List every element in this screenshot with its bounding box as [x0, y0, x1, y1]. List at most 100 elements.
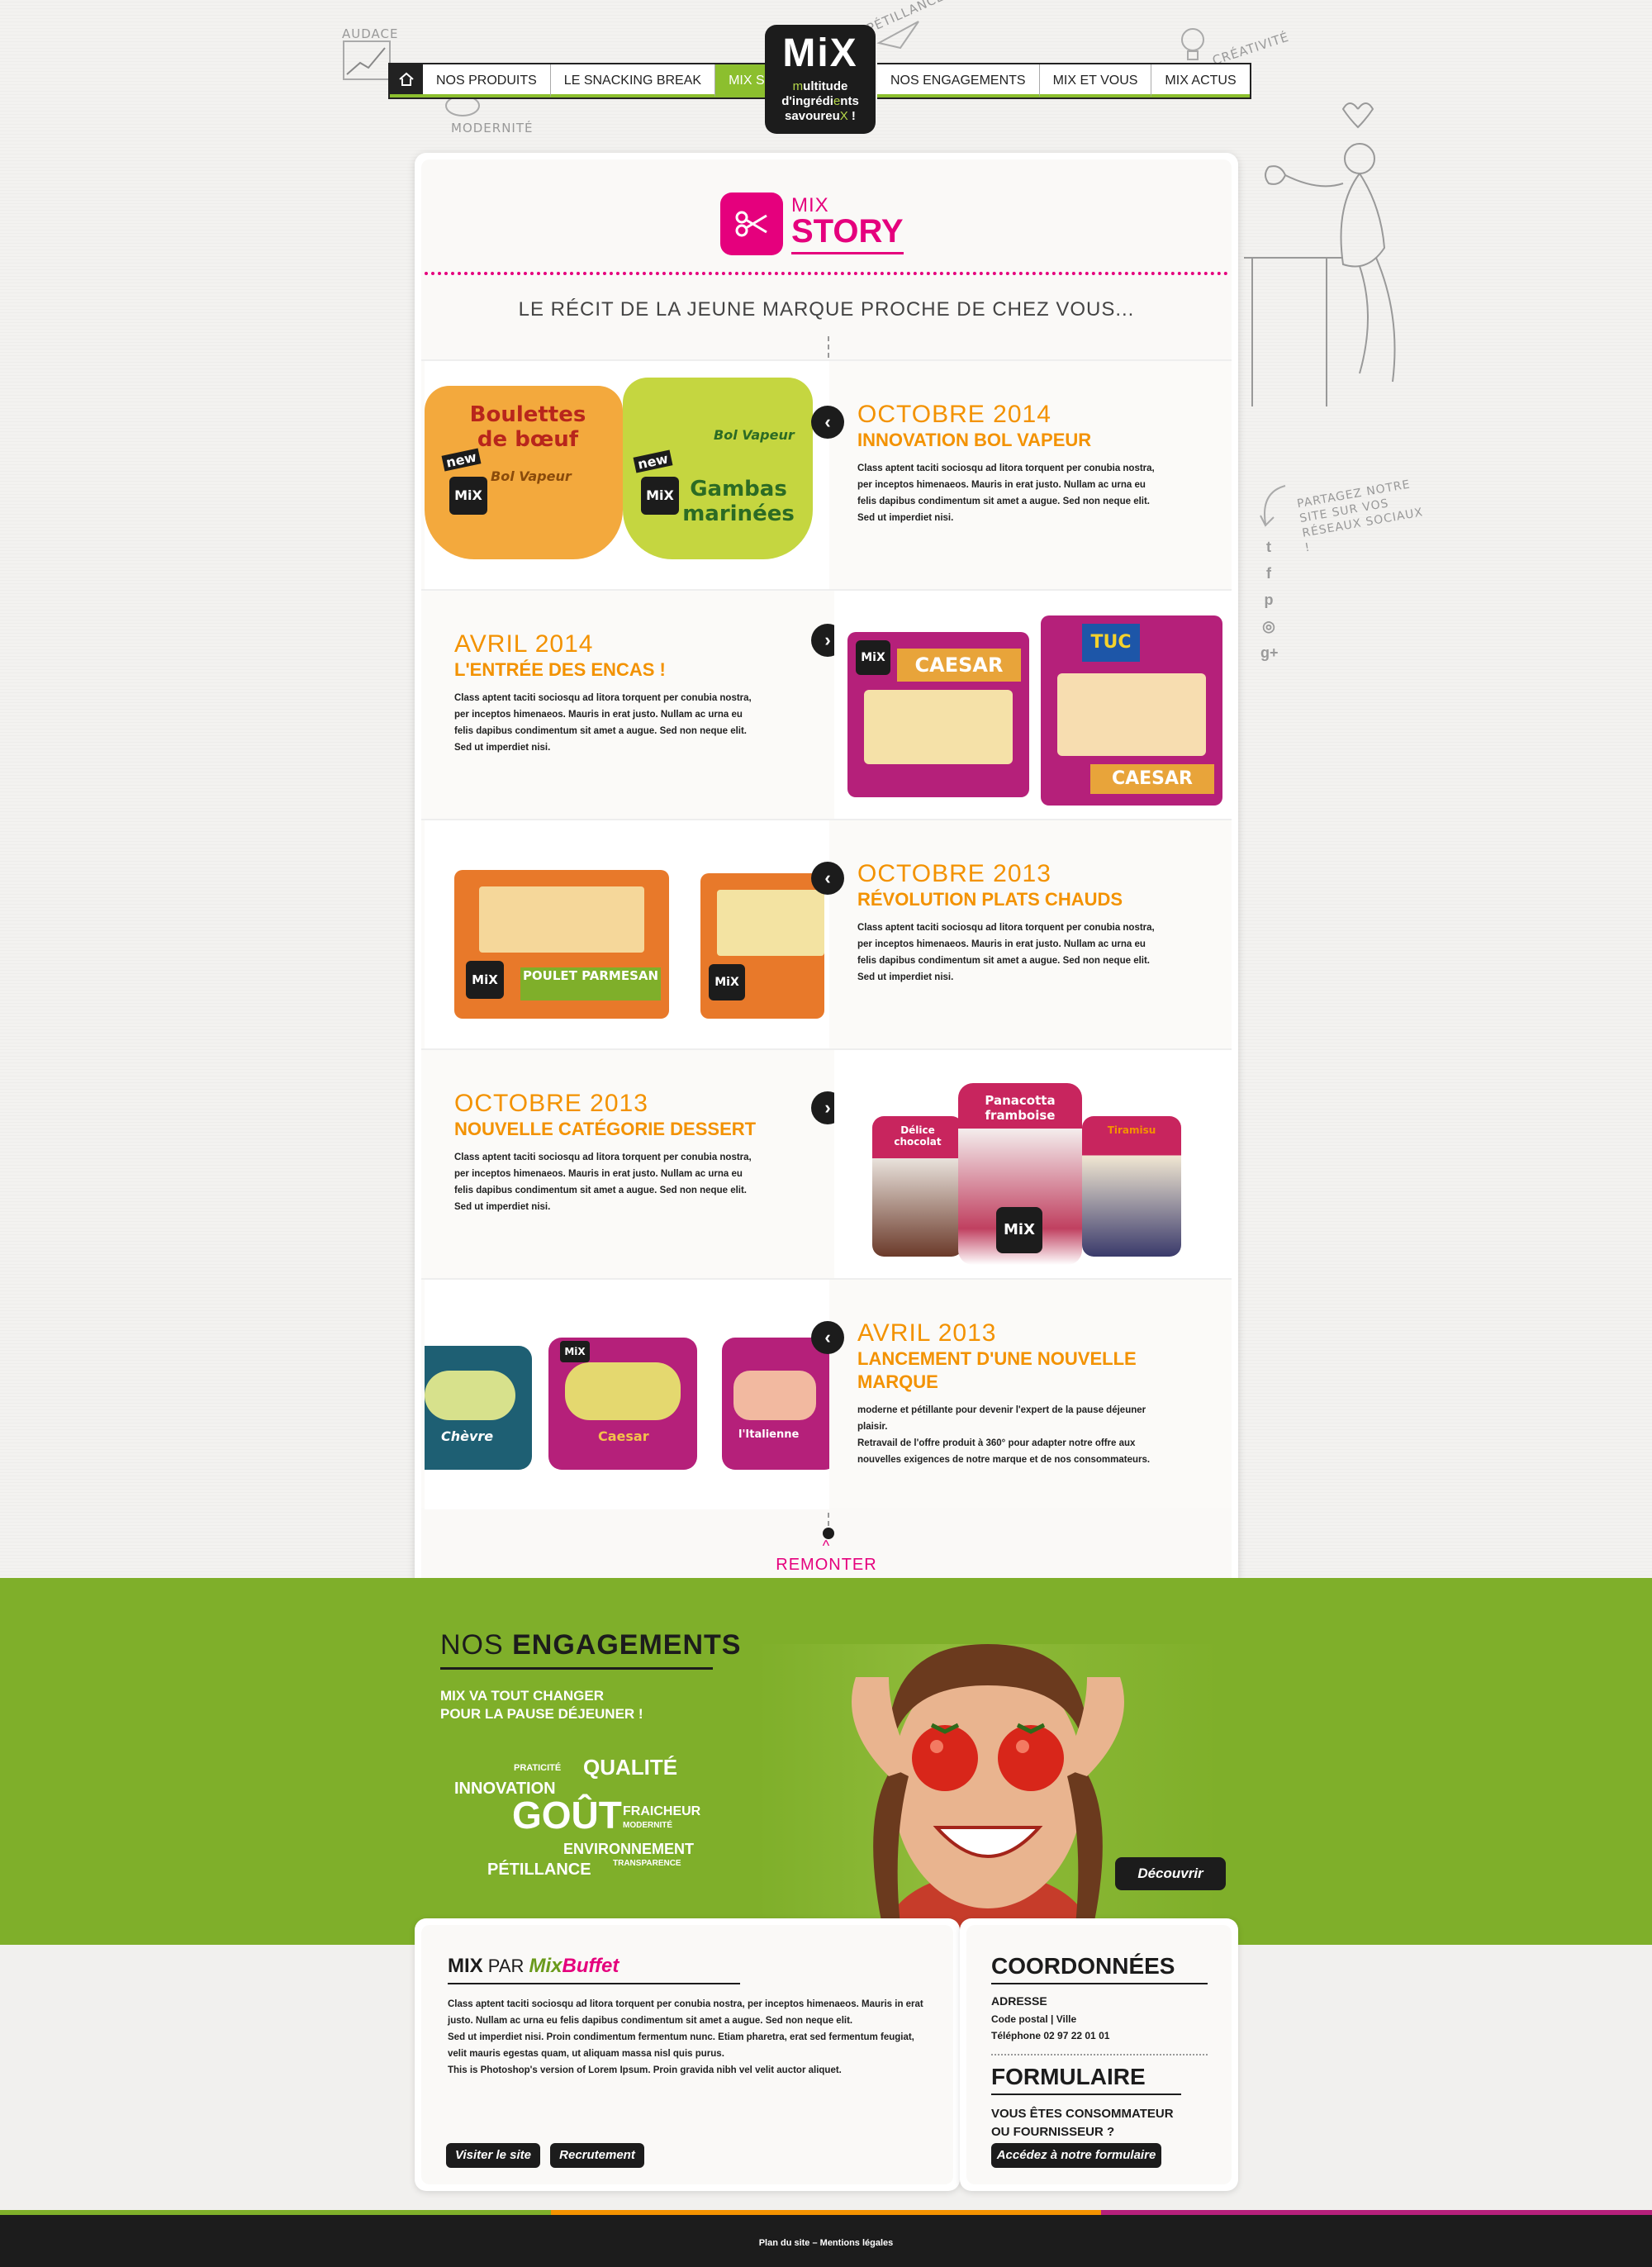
googleplus-icon[interactable]: g+ — [1260, 644, 1279, 662]
paper-plane-sketch-icon — [876, 21, 919, 50]
product-image-dessert: Délice chocolat Panacotta framboise MiX … — [834, 1050, 1232, 1280]
logo-mix-text: MiX — [782, 31, 858, 75]
nav-item-nos-produits[interactable]: NOS PRODUITS — [423, 64, 550, 97]
scissors-icon — [735, 211, 767, 237]
instagram-icon[interactable]: ◎ — [1260, 618, 1277, 635]
timeline-text: AVRIL 2014 L'ENTRÉE DES ENCAS ! Class ap… — [454, 630, 760, 756]
entry-date: AVRIL 2014 — [454, 630, 594, 658]
form-title: FORMULAIRE — [991, 2064, 1146, 2089]
recruitment-button[interactable]: Recrutement — [550, 2143, 644, 2168]
woman-sketch-illustration — [1244, 102, 1396, 406]
about-underline — [448, 1983, 740, 1984]
entry-title: L'ENTRÉE DES ENCAS ! — [454, 659, 666, 680]
contact-card: COORDONNÉES ADRESSE Code postal | Ville … — [960, 1918, 1238, 2191]
entry-body: moderne et pétillante pour devenir l'exp… — [857, 1405, 1151, 1465]
form-question: VOUS ÊTES CONSOMMATEUR OU FOURNISSEUR ? — [991, 2107, 1174, 2139]
sketch-modernite: MODERNITÉ — [451, 121, 534, 135]
word-gout: GOÛT — [512, 1794, 622, 1837]
timeline-arrow-button[interactable]: ‹ — [811, 406, 844, 439]
page-title: STORY — [791, 212, 904, 254]
decouvrir-button[interactable]: Découvrir — [1115, 1857, 1226, 1890]
entry-date: OCTOBRE 2014 — [857, 401, 1051, 428]
timeline-arrow-button[interactable]: ‹ — [811, 862, 844, 895]
word-transparence: TRANSPARENCE — [613, 1859, 681, 1868]
product-image-salades: Chèvre Caesar MiX l'Italienne — [425, 1280, 829, 1509]
entry-title: NOUVELLE CATÉGORIE DESSERT — [454, 1119, 757, 1139]
word-environnement: ENVIRONNEMENT — [563, 1841, 695, 1857]
word-petillance: PÉTILLANCE — [487, 1861, 591, 1879]
bol-pack-1: Boulettes de bœuf Bol Vapeur MiX new — [425, 386, 623, 559]
main-nav-right: NOS ENGAGEMENTS MIX ET VOUS MIX ACTUS — [877, 63, 1251, 99]
phone-number: Téléphone 02 97 22 01 01 — [991, 2030, 1110, 2041]
timeline-text: OCTOBRE 2013 NOUVELLE CATÉGORIE DESSERT … — [454, 1090, 760, 1215]
nav-item-nos-engagements[interactable]: NOS ENGAGEMENTS — [877, 64, 1039, 97]
timeline-text: OCTOBRE 2014 INNOVATION BOL VAPEUR Class… — [857, 401, 1163, 526]
nav-item-mix-et-vous[interactable]: MIX ET VOUS — [1038, 64, 1151, 97]
story-card: MIX STORY LE RÉCIT DE LA JEUNE MARQUE PR… — [415, 153, 1238, 1611]
story-subtitle: LE RÉCIT DE LA JEUNE MARQUE PROCHE DE CH… — [518, 298, 1135, 321]
twitter-icon[interactable]: t — [1260, 539, 1277, 556]
timeline-entry: POULET PARMESAN MiX MiX ‹ OCTOBRE 2013 R… — [421, 819, 1232, 1050]
caesar-pack-2: TUC CAESAR — [1041, 615, 1222, 806]
bol-pack-2: Gambas marinées Bol Vapeur MiX new — [623, 378, 813, 559]
about-card: MIX PAR MixBuffet Class aptent taciti so… — [415, 1918, 960, 2191]
story-card-inner: MIX STORY LE RÉCIT DE LA JEUNE MARQUE PR… — [421, 159, 1232, 1604]
entry-body: Class aptent taciti sociosqu ad litora t… — [454, 1153, 752, 1212]
word-modernite: MODERNITÉ — [623, 1821, 672, 1830]
footer-bar: Plan du site – Mentions légales — [0, 2215, 1652, 2267]
form-underline — [991, 2094, 1181, 2095]
remonter-caret[interactable]: ^ — [421, 1537, 1232, 1555]
entry-body: Class aptent taciti sociosqu ad litora t… — [454, 693, 752, 753]
word-qualite: QUALITÉ — [583, 1755, 678, 1780]
entry-date: OCTOBRE 2013 — [857, 860, 1051, 887]
form-access-button[interactable]: Accédez à notre formulaire — [991, 2143, 1161, 2168]
dotted-separator — [991, 2054, 1208, 2056]
woman-tomatoes-photo — [757, 1644, 1219, 1945]
scissors-icon-badge — [720, 192, 783, 255]
entry-title: RÉVOLUTION PLATS CHAUDS — [857, 889, 1123, 910]
product-image-plats-chauds: POULET PARMESAN MiX MiX — [425, 820, 829, 1050]
dessert-cup-3: Tiramisu — [1082, 1116, 1181, 1257]
dessert-cup-2: Panacotta framboise MiX — [958, 1083, 1082, 1265]
timeline-entry: AVRIL 2014 L'ENTRÉE DES ENCAS ! Class ap… — [421, 589, 1232, 820]
entry-date: AVRIL 2013 — [857, 1319, 997, 1347]
remonter-link[interactable]: REMONTER — [421, 1556, 1232, 1575]
mix-logo[interactable]: MiX multitude d'ingrédients savoureuX ! — [765, 25, 876, 134]
timeline-text: AVRIL 2013 LANCEMENT D'UNE NOUVELLE MARQ… — [857, 1319, 1163, 1468]
timeline-entry: Chèvre Caesar MiX l'Italienne ‹ AVRIL 20… — [421, 1278, 1232, 1509]
contact-underline — [991, 1983, 1208, 1984]
dotted-divider — [425, 272, 1228, 275]
about-title: MIX PAR MixBuffet — [448, 1955, 620, 1977]
about-text: Class aptent taciti sociosqu ad litora t… — [448, 1999, 923, 2075]
engagements-subtitle: MIX VA TOUT CHANGER POUR LA PAUSE DÉJEUNE… — [440, 1688, 643, 1722]
pinterest-icon[interactable]: p — [1260, 592, 1277, 609]
nav-item-snacking-break[interactable]: LE SNACKING BREAK — [549, 64, 715, 97]
visit-site-button[interactable]: Visiter le site — [446, 2143, 540, 2168]
address-label: ADRESSE — [991, 1994, 1047, 2008]
word-praticite: PRATICITÉ — [514, 1763, 562, 1773]
salade-pack-2: Caesar MiX — [548, 1338, 697, 1470]
main-nav-left: NOS PRODUITS LE SNACKING BREAK MIX STORY — [388, 63, 814, 99]
word-fraicheur: FRAICHEUR — [623, 1804, 701, 1818]
timeline-entry: Boulettes de bœuf Bol Vapeur MiX new Gam… — [421, 359, 1232, 591]
timeline-text: OCTOBRE 2013 RÉVOLUTION PLATS CHAUDS Cla… — [857, 860, 1163, 986]
nav-home-button[interactable] — [390, 64, 423, 97]
engagements-title: NOS ENGAGEMENTS — [440, 1629, 742, 1661]
timeline-arrow-button[interactable]: ‹ — [811, 1321, 844, 1354]
footer-links[interactable]: Plan du site – Mentions légales — [759, 2238, 894, 2248]
engagements-underline — [440, 1667, 713, 1670]
woman-photo-illustration — [852, 1644, 1124, 1945]
logo-tagline-2: d'ingrédients — [781, 94, 859, 108]
salade-pack-3: l'Italienne — [722, 1338, 829, 1470]
plat-pack-1: POULET PARMESAN MiX — [454, 870, 669, 1019]
contact-card-inner: COORDONNÉES ADRESSE Code postal | Ville … — [966, 1925, 1232, 2184]
logo-tagline-1: multitude — [792, 79, 848, 93]
about-card-inner: MIX PAR MixBuffet Class aptent taciti so… — [421, 1925, 953, 2184]
salade-pack-1: Chèvre — [425, 1346, 532, 1470]
nav-item-mix-actus[interactable]: MIX ACTUS — [1151, 64, 1250, 97]
entry-title: LANCEMENT D'UNE NOUVELLE MARQUE — [857, 1348, 1137, 1392]
entry-body: Class aptent taciti sociosqu ad litora t… — [857, 463, 1155, 523]
curved-arrow-sketch-icon — [1260, 485, 1286, 527]
facebook-icon[interactable]: f — [1260, 565, 1277, 582]
caesar-pack-1: CAESAR MiX — [847, 632, 1029, 797]
